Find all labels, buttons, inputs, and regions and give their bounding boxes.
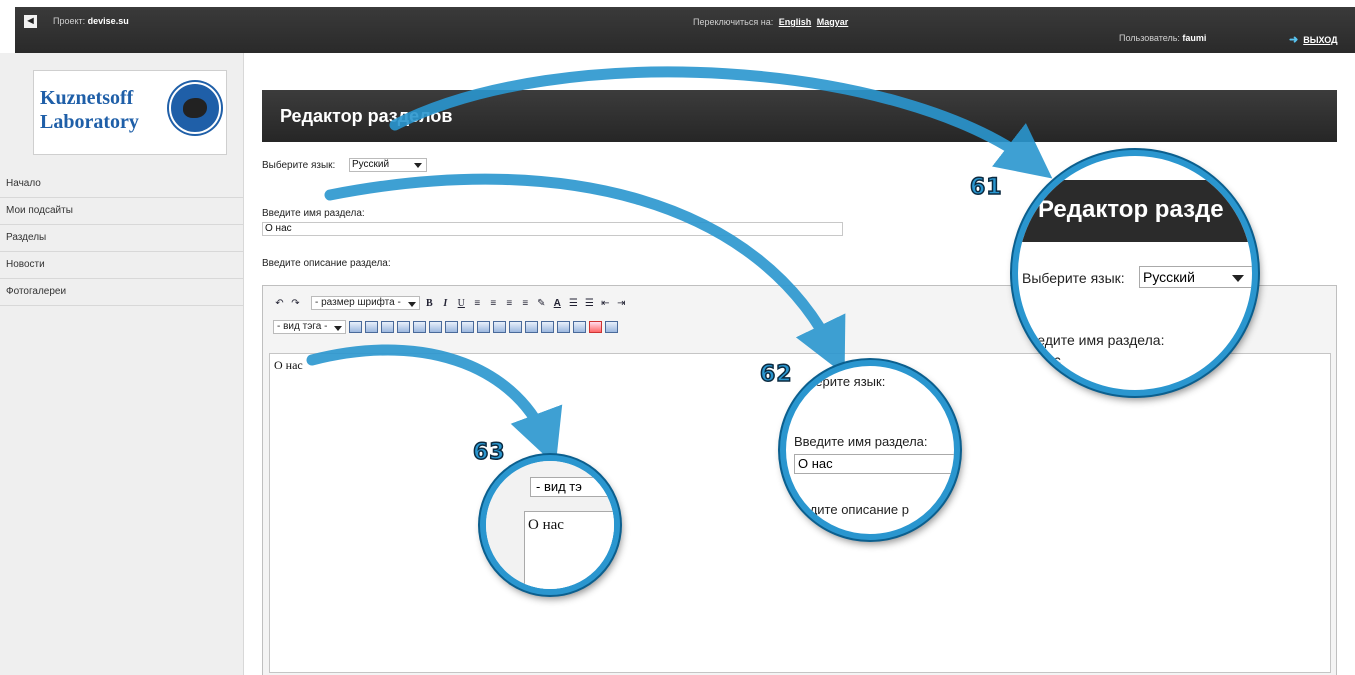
callout-number-62: 62 bbox=[759, 361, 793, 388]
zoom62-name-input: О нас bbox=[794, 454, 954, 474]
zoom62-desc-label: ведите описание р bbox=[796, 502, 909, 517]
callout-number-61: 61 bbox=[969, 174, 1003, 201]
zoom-callout-62: берите язык: Введите имя раздела: О нас … bbox=[780, 360, 960, 540]
zoom63-tag-select: - вид тэ bbox=[530, 477, 614, 497]
zoom-callout-63: - вид тэ О нас bbox=[480, 455, 620, 595]
arrow-62 bbox=[324, 173, 846, 375]
zoom61-name-label: ведите имя раздела: bbox=[1030, 332, 1165, 348]
zoom-callout-61: Редактор разде Выберите язык: Русский ве… bbox=[1012, 150, 1258, 396]
zoom62-name-label: Введите имя раздела: bbox=[794, 434, 928, 449]
zoom62-lang-label: берите язык: bbox=[808, 374, 886, 389]
zoom63-content: О нас bbox=[528, 517, 564, 533]
arrow-63 bbox=[306, 344, 563, 466]
zoom61-title: Редактор разде bbox=[1038, 196, 1224, 223]
zoom61-lang-label: Выберите язык: bbox=[1022, 270, 1125, 286]
arrow-61 bbox=[389, 66, 1053, 179]
zoom61-chevron-down-icon bbox=[1232, 275, 1244, 282]
screen: ◄ Проект: devise.su Переключиться на: En… bbox=[0, 0, 1355, 675]
zoom61-name-value: ас bbox=[1046, 352, 1061, 368]
